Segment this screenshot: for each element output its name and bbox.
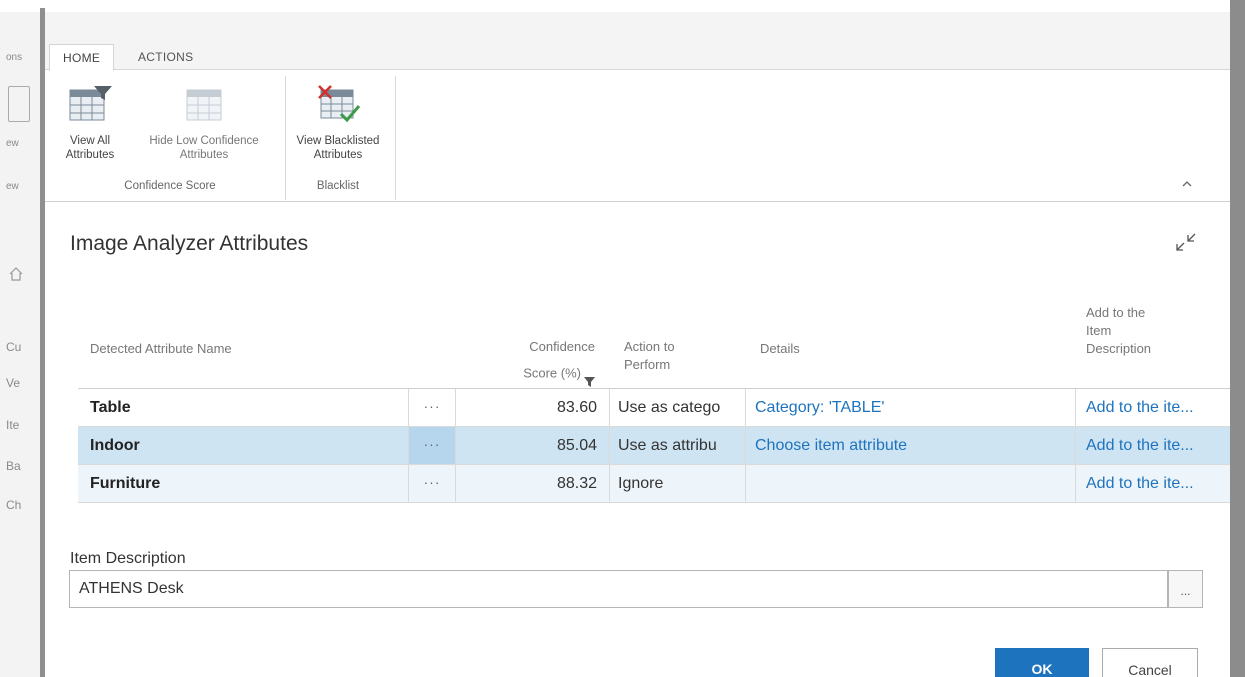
table-row[interactable]: Table ··· 83.60 Use as catego Category: … <box>78 389 1230 427</box>
add-to-description-link[interactable]: Add to the ite... <box>1086 389 1226 426</box>
row-actions-button[interactable]: ··· <box>409 389 455 426</box>
group-separator <box>395 76 396 200</box>
column-divider <box>1075 389 1076 427</box>
column-header-add[interactable]: Add to the Item Description <box>1086 304 1151 358</box>
confidence-score-cell: 88.32 <box>556 475 597 492</box>
add-to-description-link[interactable]: Add to the ite... <box>1086 465 1226 502</box>
attribute-name-cell: Table <box>90 399 131 416</box>
grid-filter-icon <box>55 84 125 128</box>
bg-fragment: Ch <box>6 498 22 512</box>
attribute-name-cell: Furniture <box>90 475 161 492</box>
tab-actions[interactable]: ACTIONS <box>125 44 206 71</box>
ellipsis-icon: ··· <box>423 398 441 414</box>
view-all-attributes-button[interactable]: View All Attributes <box>55 84 125 162</box>
ellipsis-icon: ··· <box>423 436 441 452</box>
dialog-title: Image Analyzer Attributes <box>70 232 309 255</box>
item-description-lookup-button[interactable]: ... <box>1168 570 1203 608</box>
view-blacklisted-label: View Blacklisted Attributes <box>296 135 380 161</box>
hide-low-confidence-button[interactable]: Hide Low Confidence Attributes <box>129 84 279 162</box>
dialog-border-right <box>1230 0 1245 677</box>
top-strip <box>0 0 1245 12</box>
bg-fragment: Cu <box>6 340 22 354</box>
column-divider <box>609 427 610 465</box>
action-cell[interactable]: Use as attribu <box>618 427 742 464</box>
attribute-name-cell: Indoor <box>90 437 140 454</box>
confidence-score-cell: 85.04 <box>556 437 597 454</box>
column-divider <box>745 389 746 427</box>
column-divider <box>609 389 610 427</box>
hide-low-confidence-label: Hide Low Confidence Attributes <box>149 135 259 161</box>
bg-fragment: ons <box>6 52 23 63</box>
table-row[interactable]: Furniture ··· 88.32 Ignore Add to the it… <box>78 465 1230 503</box>
collapse-arrows-icon[interactable] <box>1173 230 1199 259</box>
ellipsis-icon: ··· <box>423 474 441 490</box>
details-link[interactable] <box>755 465 1075 502</box>
filter-icon <box>584 356 595 392</box>
bg-page-icon <box>8 86 30 122</box>
view-all-attributes-label: View All Attributes <box>65 135 115 161</box>
image-analyzer-dialog: HOME ACTIONS View All Attributes Hide Lo… <box>45 12 1230 677</box>
bg-fragment: Ite <box>6 418 20 432</box>
column-header-details[interactable]: Details <box>760 340 800 358</box>
blacklist-icon <box>288 84 388 128</box>
details-link[interactable]: Choose item attribute <box>755 427 1075 464</box>
bg-fragment: ew <box>6 138 19 149</box>
row-actions-button[interactable]: ··· <box>409 465 455 502</box>
column-divider <box>609 465 610 503</box>
table-row-selected[interactable]: Indoor ··· 85.04 Use as attribu Choose i… <box>78 427 1230 465</box>
action-cell[interactable]: Use as catego <box>618 389 742 426</box>
column-header-action[interactable]: Action to Perform <box>624 338 675 374</box>
column-divider <box>1075 427 1076 465</box>
bg-fragment: ew <box>6 181 19 192</box>
details-link[interactable]: Category: 'TABLE' <box>755 389 1075 426</box>
column-header-name[interactable]: Detected Attribute Name <box>90 340 232 358</box>
column-divider <box>745 427 746 465</box>
group-label-blacklist: Blacklist <box>316 180 360 192</box>
background-app-strip: ons ew ew Cu Ve Ite Ba Ch <box>0 0 44 677</box>
column-divider <box>1075 465 1076 503</box>
item-description-input[interactable]: ATHENS Desk <box>69 570 1168 608</box>
ok-button[interactable]: OK <box>995 648 1089 677</box>
group-label-confidence-score: Confidence Score <box>124 180 216 192</box>
column-divider <box>745 465 746 503</box>
bg-fragment: Ba <box>6 459 21 473</box>
tab-home[interactable]: HOME <box>49 44 115 71</box>
grid-icon <box>129 84 279 128</box>
cancel-button[interactable]: Cancel <box>1102 648 1198 677</box>
row-actions-button[interactable]: ··· <box>409 427 455 464</box>
ribbon: HOME ACTIONS View All Attributes Hide Lo… <box>45 12 1230 202</box>
add-to-description-link[interactable]: Add to the ite... <box>1086 427 1226 464</box>
home-icon <box>8 266 24 287</box>
ribbon-tab-bar: HOME ACTIONS <box>45 12 1230 71</box>
group-separator <box>285 76 286 200</box>
view-blacklisted-button[interactable]: View Blacklisted Attributes <box>288 84 388 162</box>
bg-fragment: Ve <box>6 376 21 390</box>
chevron-up-icon[interactable] <box>1181 176 1193 192</box>
action-cell[interactable]: Ignore <box>618 465 742 502</box>
confidence-score-cell: 83.60 <box>556 399 597 416</box>
column-header-score[interactable]: Confidence Score (%) <box>475 338 595 392</box>
item-description-label: Item Description <box>70 550 186 567</box>
